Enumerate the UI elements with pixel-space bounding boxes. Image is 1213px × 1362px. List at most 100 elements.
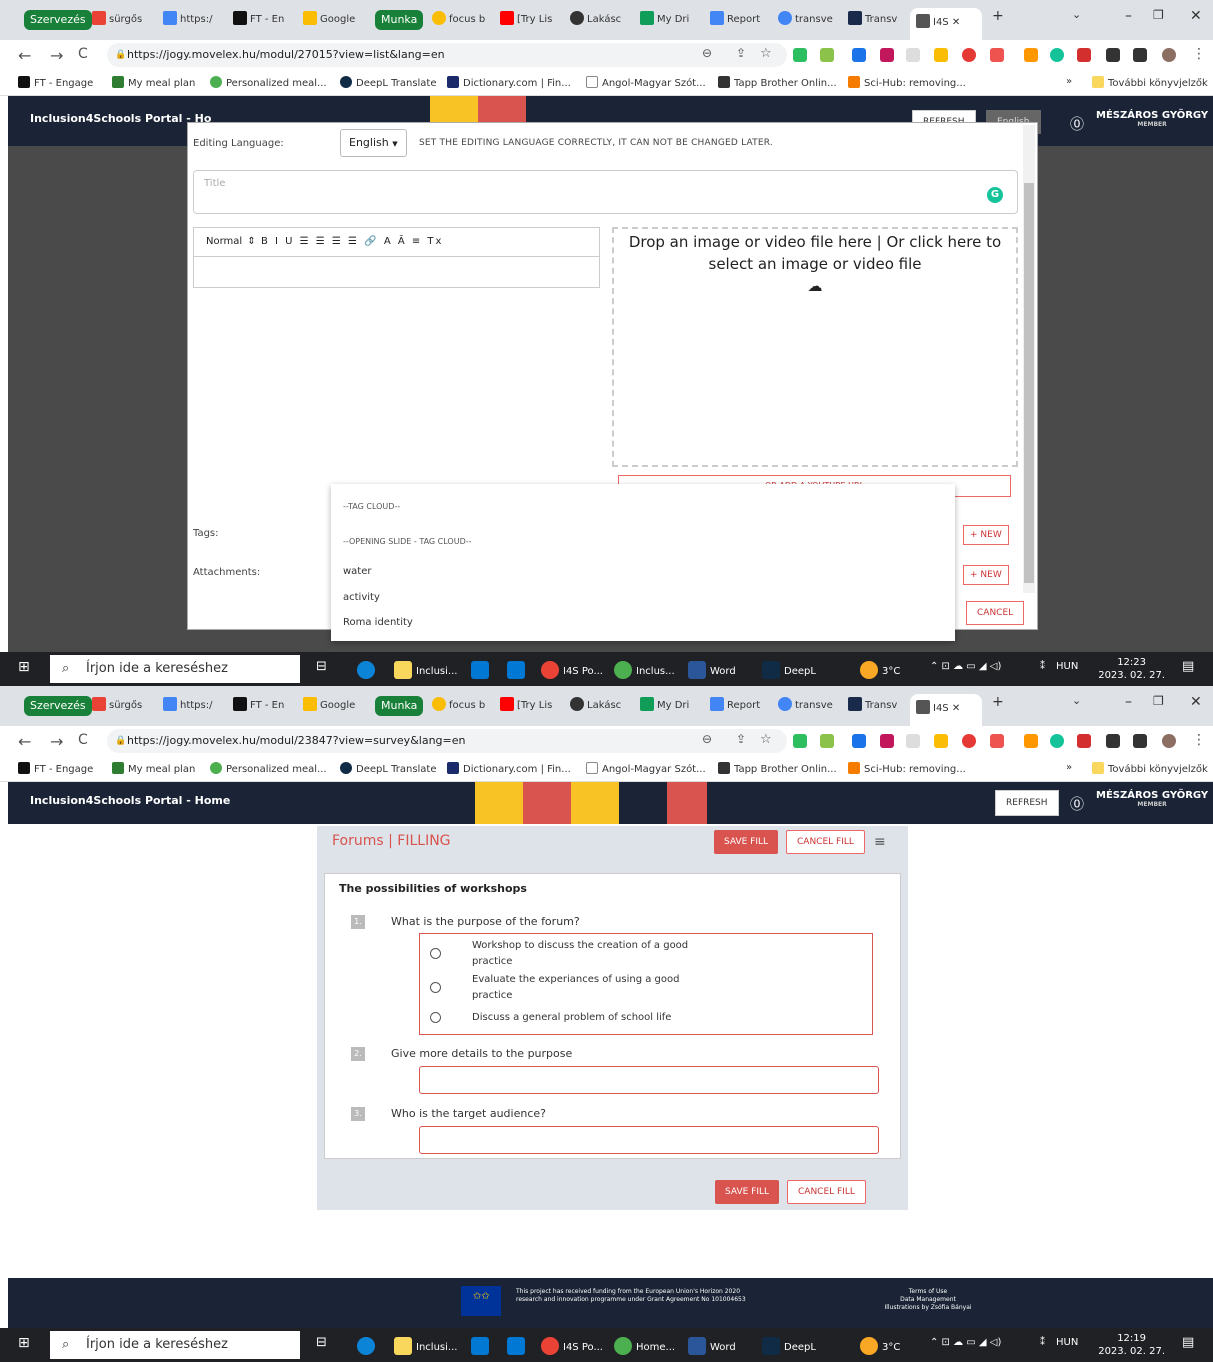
tab-active[interactable]: I4S ✕ [910,8,982,40]
grammarly-icon[interactable] [1050,48,1064,62]
tab-item[interactable]: Report [710,10,768,30]
minimize-icon[interactable]: – [1125,694,1132,710]
grammarly-icon[interactable]: G [987,187,1003,203]
ext-icon[interactable] [852,734,866,748]
clock[interactable]: 12:19 2023. 02. 27. [1098,1332,1165,1358]
evernote-ext-icon[interactable] [793,48,807,62]
title-input[interactable]: Title G [193,170,1018,214]
restore-icon[interactable]: ❐ [1153,694,1164,708]
keyboard-icon[interactable]: ⁑ [1040,1337,1045,1348]
adblock-icon[interactable] [962,48,976,62]
task-view-icon[interactable]: ⊟ [316,1335,327,1350]
notifications-icon[interactable]: ▤ [1182,1335,1194,1350]
bookmark[interactable]: Personalized meal... [210,76,327,89]
tray-icons[interactable]: ⌃ ⊡ ☁ ▭ ◢ ◁) [930,661,1001,672]
store-icon[interactable] [471,661,493,679]
share-icon[interactable]: ⇪ [736,46,746,60]
tab-item[interactable]: [Try Lis [500,696,558,716]
notifications-icon[interactable]: ▤ [1182,659,1194,674]
store-icon[interactable] [471,1337,493,1355]
zoom-icon[interactable]: ⊖ [702,46,712,60]
media-dropzone[interactable]: Drop an image or video file here | Or cl… [612,227,1018,467]
pocket-icon[interactable] [990,734,1004,748]
bookmark[interactable]: Dictionary.com | Fin... [447,762,571,775]
style-select[interactable]: Normal [206,236,242,247]
zoom-icon[interactable]: ⊖ [702,732,712,746]
taskbar-app[interactable]: DeepL [762,1337,816,1355]
ext-icon[interactable] [1024,48,1038,62]
bookmark[interactable]: Tapp Brother Onlin... [718,76,837,89]
keyboard-icon[interactable]: ⁑ [1040,661,1045,672]
tag-option[interactable]: Roma identity [343,617,413,628]
taskbar-app[interactable]: Inclusi... [394,661,457,679]
bookmark[interactable]: My meal plan [112,76,195,89]
radio-button[interactable] [430,1012,441,1023]
refresh-button[interactable]: REFRESH [995,790,1059,816]
tab-item[interactable]: sürgős [92,10,146,30]
editing-language-select[interactable]: English ▼ [340,129,407,157]
ext-icon[interactable] [820,48,834,62]
new-tab-icon[interactable]: + [992,8,1004,24]
star-icon[interactable]: ☆ [760,732,772,747]
taskbar-app[interactable]: Word [688,661,736,679]
radio-button[interactable] [430,982,441,993]
target-audience-input[interactable] [419,1126,879,1154]
close-icon[interactable]: ✕ [1190,694,1202,710]
menu-icon[interactable]: ⋮ [1192,46,1206,62]
taskbar-app[interactable]: DeepL [762,661,816,679]
tab-active[interactable]: I4S ✕ [910,694,982,726]
taskbar-app[interactable]: I4S Po... [541,1337,603,1355]
tab-item[interactable]: Report [710,696,768,716]
ext-icon[interactable] [1077,734,1091,748]
back-icon[interactable]: ← [18,732,31,751]
tab-item[interactable]: focus b [432,10,490,30]
help-icon[interactable]: ⓪ [1070,114,1084,134]
bookmark-folder[interactable]: További könyvjelzők [1092,76,1208,89]
radio-button[interactable] [430,948,441,959]
editor-toolbar[interactable]: Normal ⇕ B I U ☰ ☰ ☰ ☰ 🔗 A Ā ≡ Tx [193,227,600,257]
weather[interactable]: 3°C [860,661,900,679]
tab-item[interactable]: Transv [848,696,906,716]
ext-icon[interactable] [934,48,948,62]
cancel-button[interactable]: CANCEL [966,601,1025,625]
tab-item[interactable]: Google [303,10,358,30]
tab-item[interactable]: https:/ [163,10,223,30]
url-input[interactable]: 🔒 https://jogy.movelex.hu/modul/23847?vie… [107,729,787,753]
bookmark[interactable]: FT - Engage [18,76,93,89]
ext-icon[interactable] [1024,734,1038,748]
tab-item[interactable]: sürgős [92,696,146,716]
bookmark[interactable]: Sci-Hub: removing... [848,762,966,775]
taskbar-app[interactable]: Inclusi... [394,1337,457,1355]
taskbar-app[interactable]: Inclus... [614,661,675,679]
data-management-link[interactable]: Data Management [853,1296,1003,1304]
input-language[interactable]: HUN [1056,661,1078,672]
tag-option[interactable]: water [343,566,372,577]
user-name[interactable]: MÉSZÁROS GYÖRGY MEMBER [1096,790,1208,808]
modal-scrollbar[interactable] [1023,125,1035,593]
taskbar-search[interactable]: ⌕ Írjon ide a kereséshez [50,1331,300,1359]
app-title[interactable]: Inclusion4Schools Portal - Ho [30,112,211,125]
tray-icons[interactable]: ⌃ ⊡ ☁ ▭ ◢ ◁) [930,1337,1001,1348]
bookmark[interactable]: Tapp Brother Onlin... [718,762,837,775]
taskbar-app[interactable]: Home... [614,1337,675,1355]
sidepanel-icon[interactable] [1133,48,1147,62]
bookmark[interactable]: Angol-Magyar Szót... [586,76,706,89]
input-language[interactable]: HUN [1056,1337,1078,1348]
tab-item[interactable]: Lakásc [570,10,628,30]
edge-icon[interactable] [357,661,379,679]
bookmark[interactable]: FT - Engage [18,762,93,775]
mail-icon[interactable] [507,1337,529,1355]
taskbar-app[interactable]: Word [688,1337,736,1355]
bookmark[interactable]: DeepL Translate [340,762,437,775]
bookmark[interactable]: Dictionary.com | Fin... [447,76,571,89]
ext-icon[interactable] [880,734,894,748]
user-name[interactable]: MÉSZÁROS GYÖRGY MEMBER [1096,110,1208,128]
sidepanel-icon[interactable] [1133,734,1147,748]
taskbar-app[interactable]: I4S Po... [541,661,603,679]
scrollbar-thumb[interactable] [1024,183,1034,583]
tab-group-munka[interactable]: Munka [375,10,424,30]
task-view-icon[interactable]: ⊟ [316,659,327,674]
ext-icon[interactable] [934,734,948,748]
forward-icon[interactable]: → [50,46,63,65]
restore-icon[interactable]: ❐ [1153,8,1164,22]
